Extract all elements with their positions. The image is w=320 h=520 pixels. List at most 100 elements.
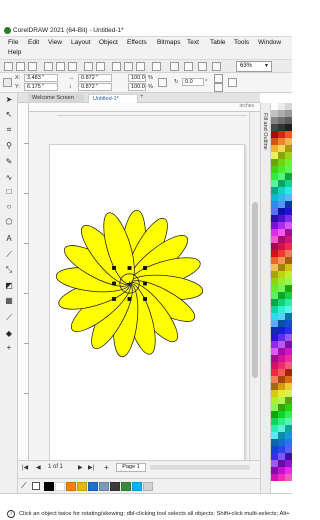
palette-swatch[interactable] — [278, 432, 285, 439]
palette-swatch[interactable] — [278, 250, 285, 257]
palette-swatch[interactable] — [285, 271, 292, 278]
palette-swatch[interactable] — [278, 460, 285, 467]
palette-swatch[interactable] — [278, 411, 285, 418]
add-tab-icon[interactable]: + — [140, 94, 144, 100]
options-gear-icon[interactable] — [212, 62, 221, 71]
palette-swatch[interactable] — [278, 145, 285, 152]
selection-handle[interactable] — [143, 297, 147, 301]
palette-swatch[interactable] — [278, 404, 285, 411]
palette-swatch[interactable] — [278, 257, 285, 264]
palette-swatch[interactable] — [285, 264, 292, 271]
palette-swatch[interactable] — [278, 229, 285, 236]
palette-swatch[interactable] — [271, 278, 278, 285]
palette-swatch[interactable] — [285, 152, 292, 159]
first-page-icon[interactable]: |◀ — [22, 464, 28, 471]
palette-swatch[interactable] — [271, 194, 278, 201]
palette-swatch[interactable] — [271, 334, 278, 341]
palette-swatch[interactable] — [278, 467, 285, 474]
palette-swatch[interactable] — [285, 341, 292, 348]
selection-handle[interactable] — [143, 281, 147, 286]
full-screen-icon[interactable] — [184, 62, 193, 71]
palette-swatch[interactable] — [271, 355, 278, 362]
palette-swatch[interactable] — [285, 306, 292, 313]
palette-swatch[interactable] — [278, 173, 285, 180]
palette-swatch[interactable] — [278, 131, 285, 138]
vertical-ruler[interactable] — [18, 103, 29, 460]
palette-swatch[interactable] — [278, 474, 285, 481]
selection-handle[interactable] — [112, 266, 116, 270]
palette-swatch[interactable] — [271, 397, 278, 404]
palette-swatch[interactable] — [285, 460, 292, 467]
add-page-icon[interactable]: + — [104, 463, 109, 472]
add-tool-icon[interactable]: + — [4, 343, 14, 353]
menu-table[interactable]: Table — [210, 39, 226, 46]
parallel-dimension-icon[interactable]: ⟋ — [4, 250, 14, 260]
redo-icon[interactable] — [96, 62, 105, 71]
palette-swatch[interactable] — [278, 201, 285, 208]
palette-swatch[interactable] — [271, 376, 278, 383]
palette-swatch[interactable] — [278, 243, 285, 250]
palette-swatch[interactable] — [285, 411, 292, 418]
palette-swatch[interactable] — [271, 306, 278, 313]
drawing-canvas[interactable] — [29, 112, 249, 460]
palette-swatch[interactable] — [278, 453, 285, 460]
palette-swatch[interactable] — [271, 215, 278, 222]
palette-swatch[interactable] — [278, 103, 285, 110]
selection-handle[interactable] — [112, 297, 116, 301]
cut-icon[interactable] — [44, 62, 53, 71]
palette-swatch[interactable] — [271, 110, 278, 117]
new-document-icon[interactable] — [4, 62, 13, 71]
palette-swatch[interactable] — [271, 299, 278, 306]
color-palette[interactable] — [270, 103, 292, 493]
palette-swatch[interactable] — [278, 152, 285, 159]
menu-file[interactable]: File — [8, 39, 18, 46]
document-palette-swatch[interactable] — [55, 482, 65, 491]
palette-swatch[interactable] — [278, 138, 285, 145]
palette-swatch[interactable] — [271, 103, 278, 110]
palette-swatch[interactable] — [271, 369, 278, 376]
transparency-tool-icon[interactable]: ▦ — [4, 296, 14, 306]
no-color-icon[interactable] — [32, 482, 40, 490]
palette-swatch[interactable] — [271, 362, 278, 369]
palette-swatch[interactable] — [285, 243, 292, 250]
palette-swatch[interactable] — [271, 320, 278, 327]
palette-swatch[interactable] — [271, 411, 278, 418]
selection-handle[interactable] — [143, 266, 147, 270]
menu-object[interactable]: Object — [99, 39, 118, 46]
document-palette-swatch[interactable] — [121, 482, 131, 491]
palette-swatch[interactable] — [278, 208, 285, 215]
menu-layout[interactable]: Layout — [71, 39, 91, 46]
open-document-icon[interactable] — [16, 62, 25, 71]
palette-swatch[interactable] — [278, 222, 285, 229]
palette-swatch[interactable] — [278, 159, 285, 166]
palette-swatch[interactable] — [271, 327, 278, 334]
palette-swatch[interactable] — [285, 215, 292, 222]
snap-to-icon[interactable] — [198, 62, 207, 71]
rotation-angle-field[interactable]: 0.0 — [182, 78, 204, 86]
tab-untitled-1[interactable]: Untitled-1* — [88, 94, 138, 103]
palette-swatch[interactable] — [278, 187, 285, 194]
eyedropper-icon[interactable]: ⟋ — [21, 481, 27, 491]
palette-swatch[interactable] — [271, 138, 278, 145]
palette-swatch[interactable] — [278, 320, 285, 327]
palette-swatch[interactable] — [285, 355, 292, 362]
palette-swatch[interactable] — [278, 439, 285, 446]
palette-swatch[interactable] — [278, 313, 285, 320]
palette-swatch[interactable] — [271, 250, 278, 257]
palette-swatch[interactable] — [271, 292, 278, 299]
palette-swatch[interactable] — [278, 306, 285, 313]
publish-pdf-icon[interactable] — [152, 62, 161, 71]
crop-tool-icon[interactable]: ⌗ — [4, 125, 14, 135]
palette-swatch[interactable] — [278, 397, 285, 404]
palette-swatch[interactable] — [271, 425, 278, 432]
palette-swatch[interactable] — [271, 348, 278, 355]
palette-swatch[interactable] — [285, 383, 292, 390]
scale-width-field[interactable]: 100.0 — [128, 74, 146, 82]
palette-swatch[interactable] — [285, 124, 292, 131]
palette-swatch[interactable] — [285, 425, 292, 432]
last-page-icon[interactable]: ▶| — [88, 464, 94, 471]
palette-swatch[interactable] — [271, 229, 278, 236]
palette-swatch[interactable] — [285, 250, 292, 257]
palette-swatch[interactable] — [271, 390, 278, 397]
freehand-tool-icon[interactable]: ✎ — [4, 157, 14, 167]
